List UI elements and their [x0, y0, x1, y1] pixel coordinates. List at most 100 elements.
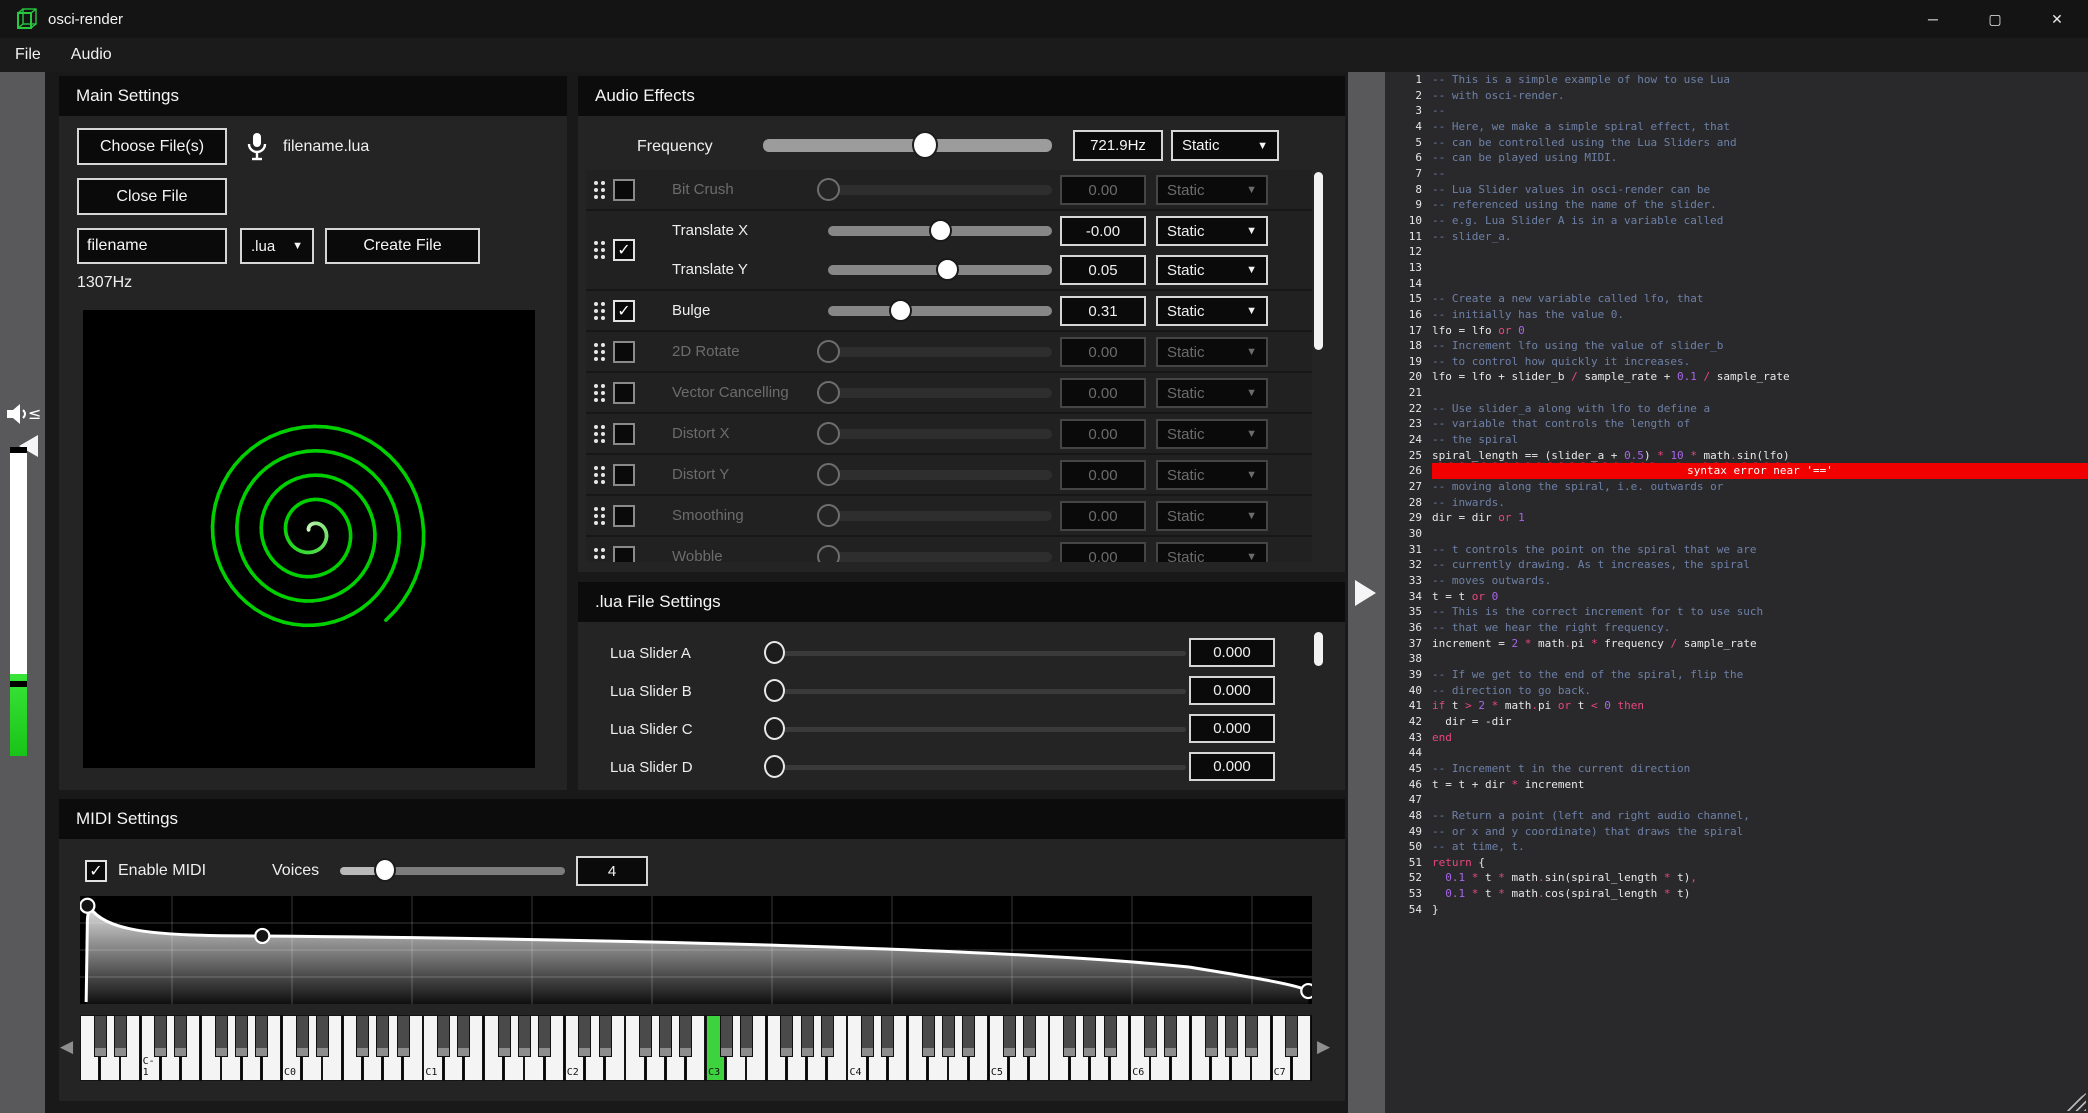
- black-key[interactable]: [437, 1015, 450, 1057]
- black-key[interactable]: [1164, 1015, 1177, 1057]
- lua-slider-value[interactable]: 0.000: [1189, 714, 1275, 743]
- black-key[interactable]: [235, 1015, 248, 1057]
- black-key[interactable]: [296, 1015, 309, 1057]
- black-key[interactable]: [215, 1015, 228, 1057]
- effect-mode-dropdown[interactable]: Static▼: [1156, 419, 1268, 449]
- black-key[interactable]: [154, 1015, 167, 1057]
- effect-mode-dropdown[interactable]: Static▼: [1156, 460, 1268, 490]
- drag-handle-icon[interactable]: [594, 181, 605, 199]
- effect-value[interactable]: 0.00: [1060, 460, 1146, 490]
- lua-slider-value[interactable]: 0.000: [1189, 752, 1275, 781]
- effect-mode-dropdown[interactable]: Static▼: [1156, 296, 1268, 326]
- black-key[interactable]: [397, 1015, 410, 1057]
- effect-enable-checkbox[interactable]: [613, 341, 635, 363]
- frequency-value[interactable]: 721.9Hz: [1073, 130, 1163, 161]
- effect-mode-dropdown[interactable]: Static▼: [1156, 542, 1268, 562]
- lua-slider-track[interactable]: [778, 765, 1186, 770]
- drag-handle-icon[interactable]: [594, 343, 605, 361]
- effect-slider-thumb[interactable]: [889, 299, 912, 322]
- black-key[interactable]: [114, 1015, 127, 1057]
- black-key[interactable]: [518, 1015, 531, 1057]
- black-key[interactable]: [1285, 1015, 1298, 1057]
- black-key[interactable]: [1225, 1015, 1238, 1057]
- drag-handle-icon[interactable]: [594, 425, 605, 443]
- effect-slider-thumb[interactable]: [817, 545, 840, 562]
- lua-slider-value[interactable]: 0.000: [1189, 676, 1275, 705]
- black-key[interactable]: [942, 1015, 955, 1057]
- black-key[interactable]: [457, 1015, 470, 1057]
- effect-mode-dropdown[interactable]: Static▼: [1156, 501, 1268, 531]
- black-key[interactable]: [801, 1015, 814, 1057]
- lua-slider-thumb[interactable]: [764, 717, 785, 740]
- black-key[interactable]: [861, 1015, 874, 1057]
- effects-scrollbar[interactable]: [1314, 172, 1323, 350]
- lua-scrollbar[interactable]: [1314, 632, 1323, 666]
- effect-mode-dropdown[interactable]: Static▼: [1156, 337, 1268, 367]
- create-file-button[interactable]: Create File: [325, 228, 480, 264]
- close-file-button[interactable]: Close File: [77, 178, 227, 215]
- black-key[interactable]: [922, 1015, 935, 1057]
- effect-value[interactable]: 0.00: [1060, 419, 1146, 449]
- black-key[interactable]: [1083, 1015, 1096, 1057]
- extension-dropdown[interactable]: .lua ▼: [240, 228, 314, 264]
- drag-handle-icon[interactable]: [594, 384, 605, 402]
- black-key[interactable]: [538, 1015, 551, 1057]
- drag-handle-icon[interactable]: [594, 302, 605, 320]
- minimize-button[interactable]: ─: [1902, 0, 1964, 38]
- effect-slider-thumb[interactable]: [817, 340, 840, 363]
- menu-audio[interactable]: Audio: [56, 38, 127, 72]
- close-button[interactable]: ✕: [2026, 0, 2088, 38]
- black-key[interactable]: [821, 1015, 834, 1057]
- effect-slider-thumb[interactable]: [817, 178, 840, 201]
- choose-files-button[interactable]: Choose File(s): [77, 128, 227, 165]
- microphone-icon[interactable]: [247, 132, 267, 162]
- effect-slider-thumb[interactable]: [817, 381, 840, 404]
- effect-value[interactable]: 0.31: [1060, 296, 1146, 326]
- effect-enable-checkbox[interactable]: [613, 382, 635, 404]
- effect-slider-track[interactable]: [828, 552, 1052, 562]
- lua-slider-thumb[interactable]: [764, 641, 785, 664]
- black-key[interactable]: [1104, 1015, 1117, 1057]
- effect-enable-checkbox[interactable]: [613, 179, 635, 201]
- lua-slider-thumb[interactable]: [764, 755, 785, 778]
- black-key[interactable]: [1063, 1015, 1076, 1057]
- black-key[interactable]: [356, 1015, 369, 1057]
- black-key[interactable]: [578, 1015, 591, 1057]
- lua-slider-track[interactable]: [778, 727, 1186, 732]
- black-key[interactable]: [376, 1015, 389, 1057]
- black-key[interactable]: [740, 1015, 753, 1057]
- keyboard-scroll-left[interactable]: ◀: [60, 1037, 73, 1057]
- drag-handle-icon[interactable]: [594, 548, 605, 563]
- voices-slider-thumb[interactable]: [374, 858, 396, 882]
- effect-value[interactable]: 0.00: [1060, 542, 1146, 562]
- black-key[interactable]: [962, 1015, 975, 1057]
- effect-value[interactable]: 0.00: [1060, 378, 1146, 408]
- effect-enable-checkbox[interactable]: ✓: [613, 239, 635, 261]
- effect-slider-track[interactable]: [828, 185, 1052, 195]
- black-key[interactable]: [1245, 1015, 1258, 1057]
- drag-handle-icon[interactable]: [594, 241, 605, 259]
- effect-slider-thumb[interactable]: [929, 219, 952, 242]
- black-key[interactable]: [1144, 1015, 1157, 1057]
- effect-value[interactable]: 0.00: [1060, 337, 1146, 367]
- effect-enable-checkbox[interactable]: [613, 546, 635, 563]
- black-key[interactable]: [255, 1015, 268, 1057]
- black-key[interactable]: [498, 1015, 511, 1057]
- effect-value[interactable]: 0.05: [1060, 255, 1146, 285]
- voices-value[interactable]: 4: [576, 856, 648, 886]
- play-button[interactable]: [1355, 580, 1376, 606]
- effect-slider-track[interactable]: [828, 347, 1052, 357]
- effect-mode-dropdown[interactable]: Static▼: [1156, 216, 1268, 246]
- adsr-envelope[interactable]: [80, 896, 1312, 1004]
- black-key[interactable]: [720, 1015, 733, 1057]
- lua-code-editor[interactable]: 1-- This is a simple example of how to u…: [1385, 72, 2088, 1113]
- effect-slider-track[interactable]: [828, 388, 1052, 398]
- envelope-decay-node[interactable]: [255, 929, 269, 943]
- black-key[interactable]: [780, 1015, 793, 1057]
- black-key[interactable]: [1205, 1015, 1218, 1057]
- effect-enable-checkbox[interactable]: [613, 505, 635, 527]
- black-key[interactable]: [639, 1015, 652, 1057]
- lua-slider-track[interactable]: [778, 651, 1186, 656]
- effect-slider-thumb[interactable]: [817, 422, 840, 445]
- black-key[interactable]: [1023, 1015, 1036, 1057]
